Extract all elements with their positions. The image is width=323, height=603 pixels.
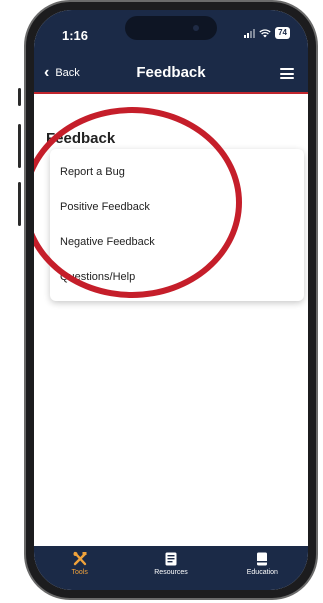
silent-switch [18,88,21,106]
page-heading: Feedback [46,130,116,147]
tab-tools[interactable]: Tools [34,546,125,590]
tab-label: Education [246,569,278,576]
tab-resources[interactable]: Resources [125,546,216,590]
back-button[interactable]: ‹ Back [44,54,80,92]
menu-item-positive-feedback[interactable]: Positive Feedback [60,201,150,213]
dynamic-island [125,16,217,40]
feedback-options-menu: Report a Bug Positive Feedback Negative … [50,149,304,301]
tab-education[interactable]: Education [217,546,308,590]
hamburger-menu-icon[interactable] [280,68,294,79]
chevron-left-icon: ‹ [44,64,50,81]
education-icon [257,552,268,566]
menu-item-questions-help[interactable]: Questions/Help [60,271,135,283]
tab-label: Tools [71,569,88,576]
phone-screen: 1:16 74 ‹ Back Feedback Feedback Report … [34,10,308,590]
wifi-icon [259,28,271,37]
back-label: Back [55,67,80,79]
nav-bar: ‹ Back Feedback [34,54,308,94]
main-content: Feedback Report a Bug Positive Feedback … [34,94,308,546]
battery-indicator: 74 [275,27,290,39]
menu-item-negative-feedback[interactable]: Negative Feedback [60,236,155,248]
volume-down-button [18,182,21,226]
resources-icon [165,552,177,566]
phone-frame: 1:16 74 ‹ Back Feedback Feedback Report … [24,0,318,600]
status-icons: 74 [244,27,290,39]
camera-icon [193,25,199,31]
signal-icon [244,28,256,38]
status-time: 1:16 [62,28,89,43]
status-bar: 1:16 74 [34,10,308,54]
volume-up-button [18,124,21,168]
menu-item-report-bug[interactable]: Report a Bug [60,166,125,178]
bottom-tab-bar: Tools Resources Education [34,546,308,590]
tab-label: Resources [154,569,188,576]
tools-icon [73,551,87,566]
